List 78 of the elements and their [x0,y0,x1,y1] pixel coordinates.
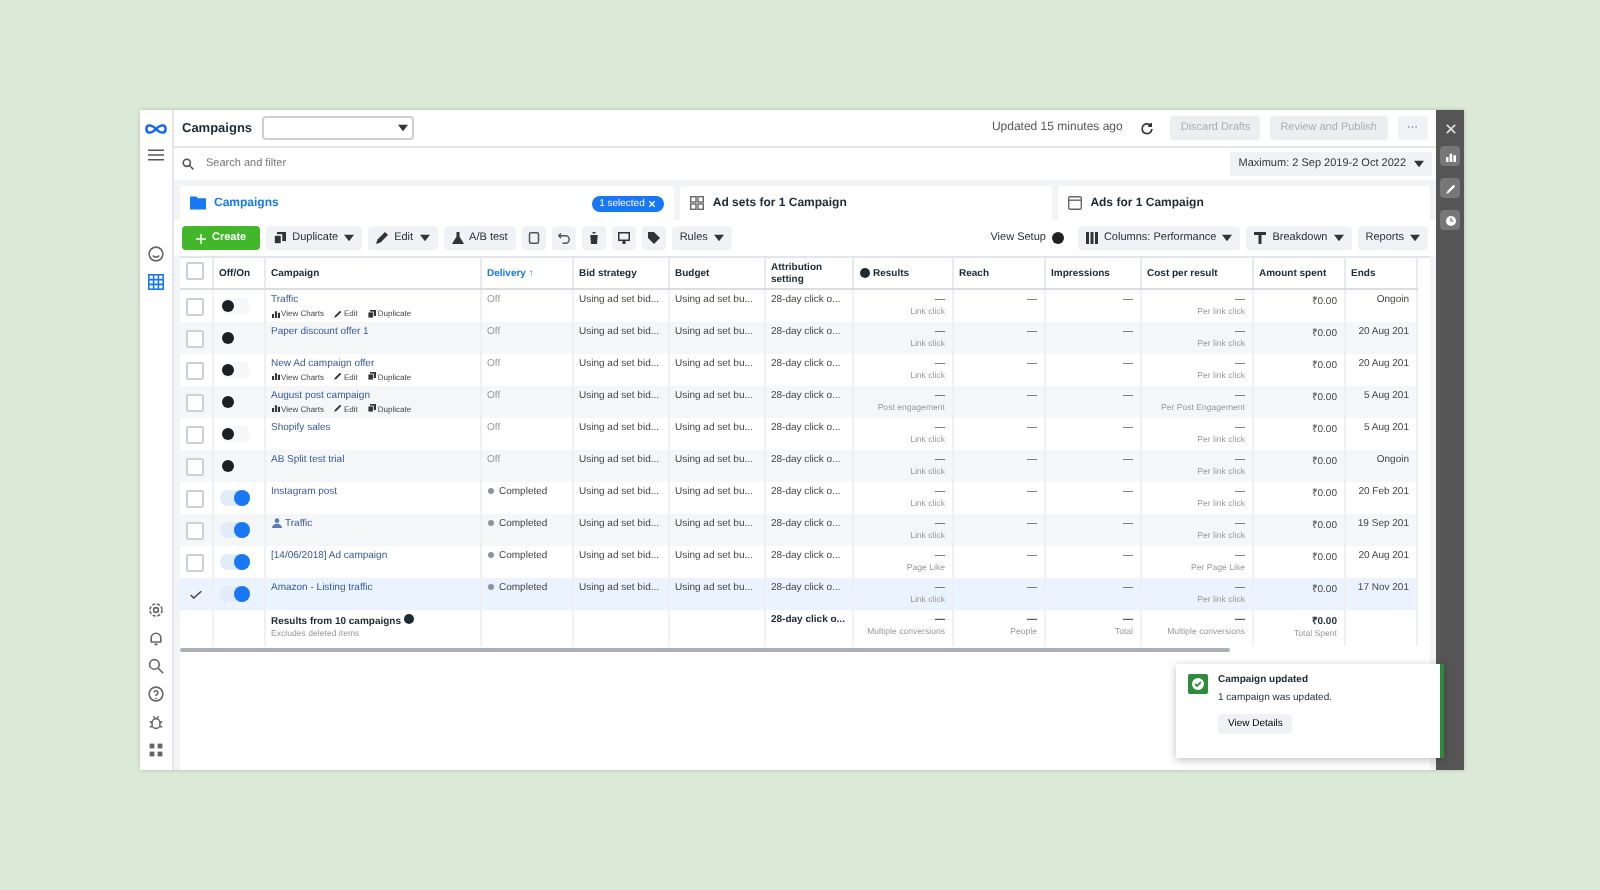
close-icon[interactable] [1445,124,1455,134]
screen-icon [617,232,630,244]
horizontal-scrollbar[interactable] [180,648,1230,652]
smiley-icon[interactable] [148,246,164,262]
row-checkbox[interactable] [186,361,204,379]
caret-icon [1333,234,1344,242]
search-icon [182,158,194,170]
tag-icon [647,232,660,244]
row-checkbox[interactable] [186,585,204,603]
copy-icon [367,372,376,380]
row-checkbox[interactable] [186,457,204,475]
refresh-icon [1139,121,1154,135]
info-icon [859,267,869,278]
pencil-icon [334,309,342,317]
row-checkbox[interactable] [186,298,204,316]
clock-icon [1445,215,1455,225]
flask-icon [451,232,464,244]
caret-icon [398,124,409,132]
chart-button[interactable] [1440,146,1460,166]
copy-icon [367,404,376,412]
copy-button[interactable] [521,226,546,250]
plus-icon [196,233,206,243]
copy-icon [367,309,376,317]
help-icon[interactable] [148,686,164,702]
on-off-toggle[interactable] [219,521,249,537]
on-off-toggle[interactable] [219,489,249,505]
pencil-icon [334,404,342,412]
caret-icon [419,234,430,242]
on-off-toggle[interactable] [219,425,249,441]
caret-icon [1222,234,1233,242]
row-checkbox[interactable] [186,553,204,571]
bar-chart-icon [1445,151,1455,161]
tag-button[interactable] [641,226,666,250]
settings-icon[interactable] [148,602,164,618]
caret-icon [1410,234,1420,242]
history-button[interactable] [1440,210,1460,230]
on-off-toggle[interactable] [219,553,249,569]
bar-chart-icon [271,309,279,317]
trash-icon [587,232,600,244]
edit-panel-button[interactable] [1440,178,1460,198]
menu-icon[interactable] [148,148,164,162]
folder-icon [190,196,206,210]
select-all-checkbox[interactable] [186,262,204,280]
bar-chart-icon [271,372,279,380]
undo-icon [557,232,570,244]
preview-button[interactable] [611,226,636,250]
bug-icon[interactable] [148,714,164,730]
caret-icon [1414,160,1424,168]
row-checkbox[interactable] [186,425,204,443]
bar-chart-icon [271,404,279,412]
delete-button[interactable] [581,226,606,250]
row-checkbox[interactable] [186,393,204,411]
row-checkbox[interactable] [186,521,204,539]
undo-button[interactable] [551,226,576,250]
row-checkbox[interactable] [186,489,204,507]
caret-icon [344,234,355,242]
table-icon[interactable] [148,274,164,290]
search-icon[interactable] [148,658,164,674]
columns-icon [1085,232,1098,244]
pencil-icon [1445,183,1455,193]
grid-icon [690,196,705,210]
grid-icon[interactable] [148,742,164,758]
row-checkbox[interactable] [186,329,204,347]
pencil-icon [334,372,342,380]
close-icon [648,199,657,207]
copy-icon [274,232,287,244]
on-off-toggle[interactable] [219,585,249,601]
toggle-dot-icon [1051,232,1064,244]
pencil-icon [376,232,389,244]
breakdown-icon [1254,232,1267,244]
check-circle-icon [1188,674,1208,694]
on-off-toggle[interactable] [219,361,249,377]
meta-logo-icon [144,122,168,136]
on-off-toggle[interactable] [219,298,249,314]
info-icon [403,613,414,623]
copy-icon [527,232,540,244]
caret-icon [713,234,724,242]
bell-icon[interactable] [148,630,164,646]
